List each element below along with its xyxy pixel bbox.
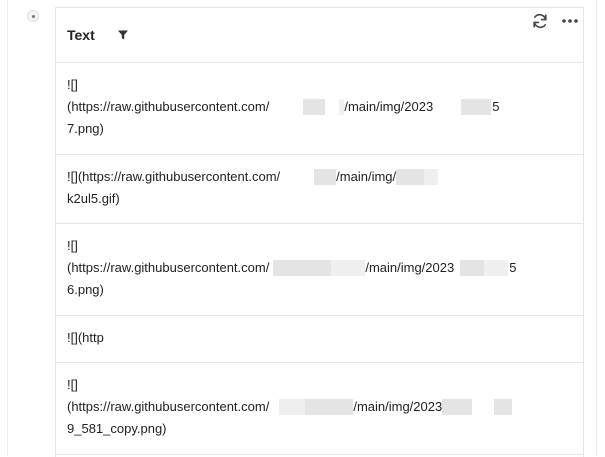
cell-text: ![]: [67, 238, 78, 253]
redacted-block: [305, 399, 354, 415]
cell-text: 9_581_copy.png): [67, 421, 167, 436]
cell-text: (https://raw.githubusercontent.com/: [67, 399, 270, 414]
cell-text: ![]: [67, 77, 78, 92]
cell-text: 7.png): [67, 121, 104, 136]
cell-text: k2ul5.gif): [67, 191, 120, 206]
cell-text: /main/img/2023: [365, 260, 455, 275]
redacted-block: [331, 260, 366, 276]
redacted-block: [460, 260, 485, 276]
column-header-text[interactable]: Text: [67, 27, 95, 43]
filter-icon[interactable]: [117, 29, 129, 41]
cell-text: (https://raw.githubusercontent.com/: [67, 260, 270, 275]
table-row[interactable]: ![](http: [56, 316, 583, 363]
cell-text: ![](http: [67, 330, 104, 345]
redacted-block: [494, 399, 513, 415]
redacted-block: [442, 399, 473, 415]
cell-text: 5: [492, 99, 500, 114]
cell-text: ![](https://raw.githubusercontent.com/: [67, 169, 281, 184]
cell-text: (https://raw.githubusercontent.com/: [67, 99, 270, 114]
redacted-block: [424, 169, 439, 185]
cell-text: /main/img/: [336, 169, 397, 184]
data-table: Text ![] (https://raw.githubusercontent.…: [55, 7, 584, 457]
redacted-block: [303, 99, 326, 115]
redacted-block: [396, 169, 425, 185]
table-header: Text: [56, 8, 583, 63]
cell-text: ![]: [67, 377, 78, 392]
cell-text: /main/img/2023: [344, 99, 434, 114]
cell-text: 6.png): [67, 282, 104, 297]
cell-text: /main/img/2023: [353, 399, 443, 414]
table-row[interactable]: ![] (https://raw.githubusercontent.com/ …: [56, 363, 583, 455]
table-row[interactable]: ![] (https://raw.githubusercontent.com/ …: [56, 224, 583, 316]
redacted-block: [314, 169, 337, 185]
cell-select-radio[interactable]: [27, 10, 39, 22]
table-row[interactable]: ![] (https://raw.githubusercontent.com/ …: [56, 63, 583, 155]
cell-text: 5: [509, 260, 517, 275]
redacted-block: [484, 260, 509, 276]
more-options-icon[interactable]: [561, 12, 579, 30]
redacted-block: [273, 260, 332, 276]
table-row[interactable]: ![](https://raw.githubusercontent.com/ /…: [56, 155, 583, 224]
refresh-icon[interactable]: [531, 12, 549, 30]
redacted-block: [461, 99, 492, 115]
redacted-block: [279, 399, 306, 415]
